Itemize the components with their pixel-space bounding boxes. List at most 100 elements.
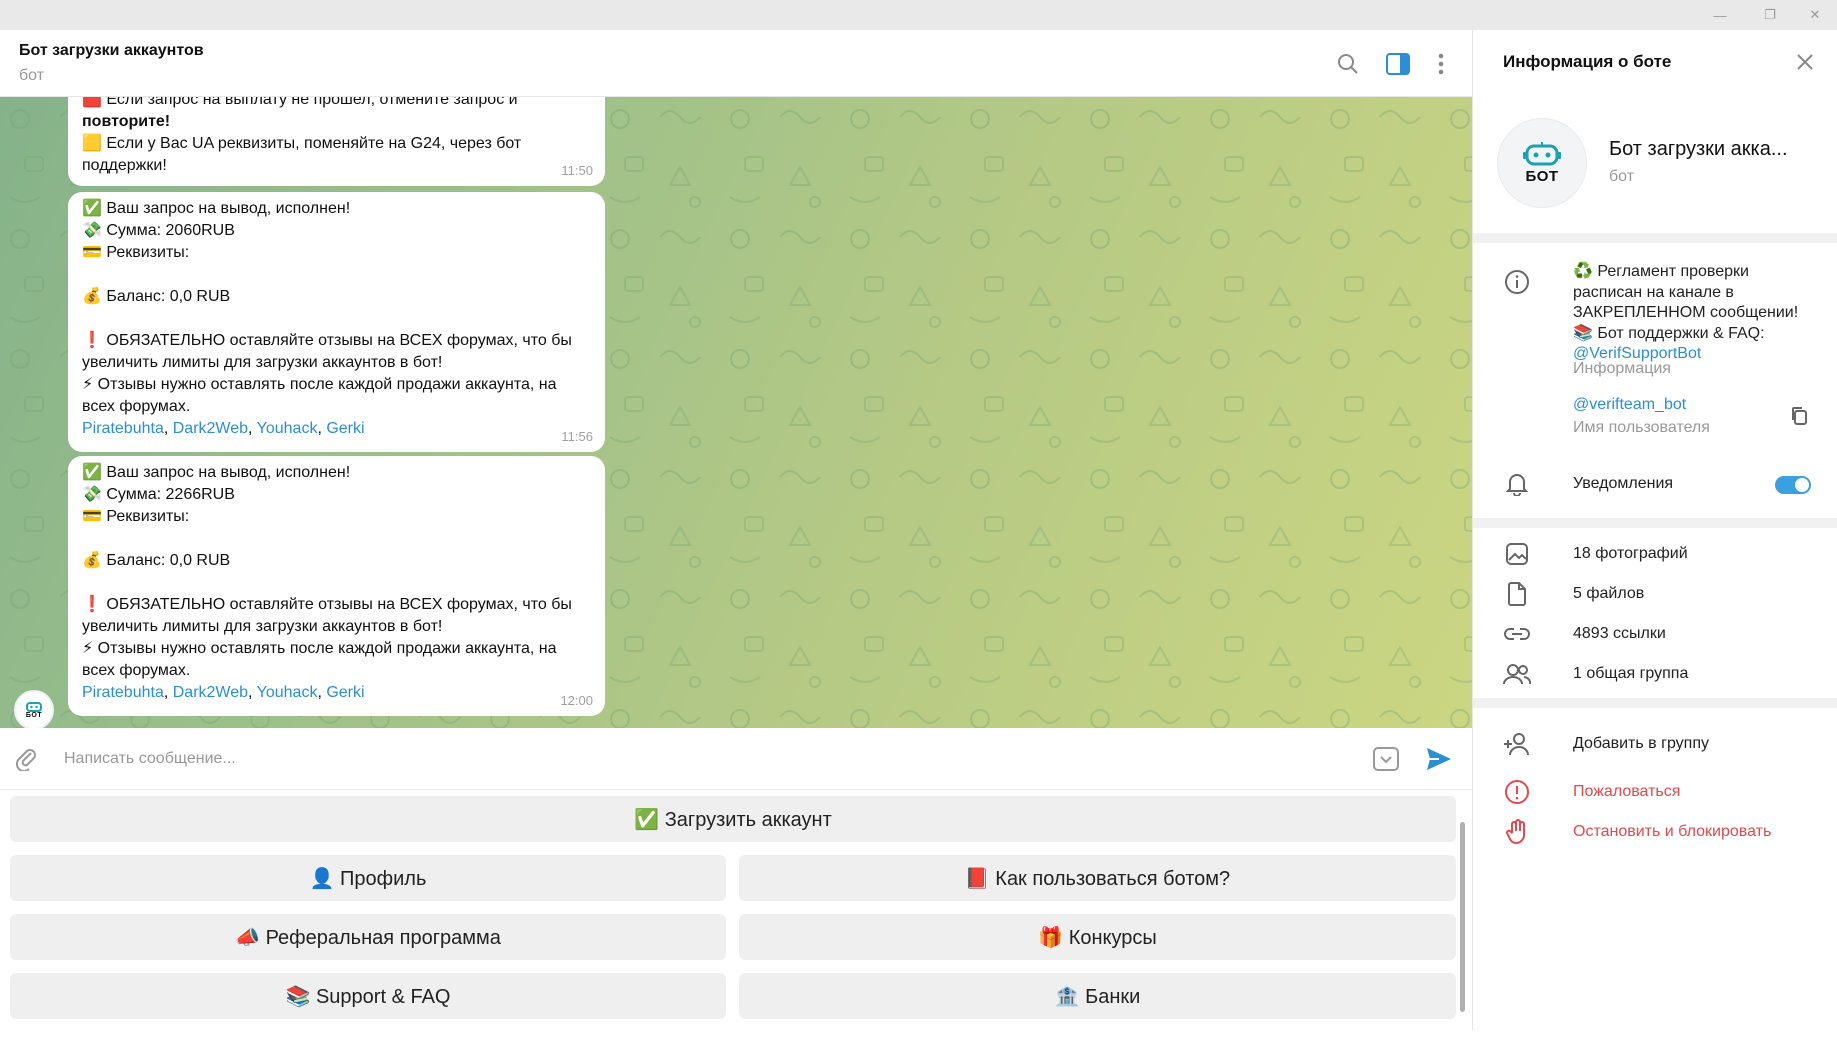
message-line (82, 264, 591, 286)
message-line (82, 572, 591, 594)
message-line: 💳 Реквизиты: (82, 508, 190, 525)
message-bubble[interactable]: ✅ Ваш запрос на вывод, исполнен! 💸 Сумма… (68, 456, 605, 716)
avatar-label: БОТ (1525, 167, 1559, 185)
banks-button[interactable]: 🏦 Банки (739, 973, 1456, 1019)
referral-program-button[interactable]: 📣 Реферальная программа (10, 914, 726, 960)
link-piratebuhta[interactable]: Piratebuhta (82, 420, 164, 437)
notifications-toggle[interactable] (1775, 476, 1811, 494)
message-bubble[interactable]: ✅ Ваш запрос на вывод, исполнен! 💸 Сумма… (68, 192, 605, 452)
restore-button[interactable]: ❐ (1748, 3, 1792, 27)
bot-keyboard: ✅ Загрузить аккаунт 👤 Профиль 📕 Как поль… (0, 790, 1472, 1060)
message-line (82, 308, 591, 330)
bot-type: бот (1609, 168, 1635, 185)
message-line: 🟨 Если у Вас UA реквизиты, поменяйте на … (82, 135, 522, 152)
copy-icon[interactable] (1785, 402, 1813, 430)
link-piratebuhta[interactable]: Piratebuhta (82, 684, 164, 701)
attach-icon[interactable] (12, 745, 40, 773)
report-button[interactable]: Пожаловаться (1573, 783, 1680, 801)
bell-icon (1503, 470, 1531, 498)
divider (1473, 698, 1837, 708)
description-line: 📚 Бот поддержки & FAQ: (1573, 324, 1765, 342)
close-icon[interactable] (1791, 48, 1819, 76)
more-icon[interactable] (1427, 50, 1455, 78)
close-window-button[interactable]: ✕ (1793, 3, 1837, 27)
photos-icon (1503, 540, 1531, 568)
minimize-button[interactable]: — (1698, 3, 1742, 27)
message-links: Piratebuhta, Dark2Web, Youhack, Gerki (82, 420, 365, 437)
message-line: ⚡ Отзывы нужно оставлять после каждой пр… (82, 376, 557, 393)
message-time: 11:50 (561, 163, 593, 178)
photos-count[interactable]: 18 фотографий (1573, 545, 1688, 563)
block-hand-icon (1503, 818, 1531, 846)
add-to-group-button[interactable]: Добавить в группу (1573, 735, 1709, 753)
message-input[interactable]: Написать сообщение... (64, 750, 236, 768)
bot-profile-avatar[interactable]: БОТ (1497, 118, 1587, 208)
avatar-label: БОТ (25, 711, 43, 719)
message-bubble[interactable]: 🟥 Если запрос на выплату не прошел, отме… (68, 97, 605, 186)
sidebar-toggle-icon[interactable] (1384, 50, 1412, 78)
message-line: всех форумах. (82, 398, 191, 415)
link-gerki[interactable]: Gerki (326, 420, 364, 437)
file-icon (1503, 580, 1531, 608)
send-icon[interactable] (1425, 745, 1453, 773)
support-faq-button[interactable]: 📚 Support & FAQ (10, 973, 726, 1019)
info-label: Информация (1573, 360, 1671, 377)
message-line: ✅ Ваш запрос на вывод, исполнен! (82, 200, 351, 217)
upload-account-button[interactable]: ✅ Загрузить аккаунт (10, 796, 1456, 842)
message-line: ⚡ Отзывы нужно оставлять после каждой пр… (82, 640, 557, 657)
link-gerki[interactable]: Gerki (326, 684, 364, 701)
username-label: Имя пользователя (1573, 419, 1710, 436)
message-line: поддержки! (82, 157, 167, 174)
message-line: 💸 Сумма: 2060RUB (82, 222, 235, 239)
chat-header: Бот загрузки аккаунтов бот (0, 30, 1472, 97)
bot-name: Бот загрузки акка... (1609, 138, 1788, 160)
files-count[interactable]: 5 файлов (1573, 585, 1644, 603)
add-user-icon (1503, 730, 1531, 758)
message-line: 💳 Реквизиты: (82, 244, 190, 261)
message-line: ✅ Ваш запрос на вывод, исполнен! (82, 464, 351, 481)
bot-avatar[interactable]: БОТ (14, 690, 54, 728)
link-dark2web[interactable]: Dark2Web (173, 420, 248, 437)
message-composer: Написать сообщение... (0, 728, 1472, 790)
message-links: Piratebuhta, Dark2Web, Youhack, Gerki (82, 684, 365, 701)
message-line: повторите! (82, 113, 171, 130)
stop-and-block-button[interactable]: Остановить и блокировать (1573, 823, 1771, 841)
description-line: ЗАКРЕПЛЕННОМ сообщении! (1573, 304, 1799, 321)
panel-title: Информация о боте (1503, 52, 1672, 71)
message-line: ❗ ОБЯЗАТЕЛЬНО оставляйте отзывы на ВСЕХ … (82, 596, 572, 613)
description-line: ♻️ Регламент проверки (1573, 263, 1749, 280)
search-icon[interactable] (1334, 50, 1362, 78)
message-line: увеличить лимиты для загрузки аккаунтов … (82, 618, 443, 635)
link-icon (1503, 620, 1531, 648)
keyboard-scrollbar[interactable] (1460, 822, 1465, 1012)
bot-info-panel: Информация о боте БОТ Бот загрузки акка.… (1472, 30, 1837, 1030)
link-dark2web[interactable]: Dark2Web (173, 684, 248, 701)
message-line: 🟥 Если запрос на выплату не прошел, отме… (82, 97, 518, 108)
chat-subtitle: бот (19, 67, 45, 84)
message-time: 11:56 (561, 429, 593, 444)
message-line: ❗ ОБЯЗАТЕЛЬНО оставляйте отзывы на ВСЕХ … (82, 332, 572, 349)
window-titlebar: — ❐ ✕ (0, 0, 1837, 30)
chat-title[interactable]: Бот загрузки аккаунтов (19, 42, 204, 60)
username-link[interactable]: @verifteam_bot (1573, 396, 1686, 414)
description-line: расписан на канале в (1573, 283, 1734, 301)
message-time: 12:00 (560, 693, 593, 708)
groups-count[interactable]: 1 общая группа (1573, 665, 1688, 683)
links-count[interactable]: 4893 ссылки (1573, 625, 1666, 643)
how-to-use-button[interactable]: 📕 Как пользоваться ботом? (739, 855, 1456, 901)
chat-pane: Бот загрузки аккаунтов бот 🟥 Если запрос… (0, 30, 1472, 1060)
message-line: всех форумах. (82, 662, 191, 679)
link-youhack[interactable]: Youhack (257, 684, 318, 701)
notifications-label: Уведомления (1573, 475, 1674, 492)
message-line: 💰 Баланс: 0,0 RUB (82, 288, 231, 305)
chat-wallpaper: 🟥 Если запрос на выплату не прошел, отме… (0, 97, 1472, 728)
contests-button[interactable]: 🎁 Конкурсы (739, 914, 1456, 960)
robot-icon (26, 701, 42, 712)
group-icon (1503, 660, 1531, 688)
bot-keyboard-icon[interactable] (1372, 745, 1400, 773)
report-icon (1503, 778, 1531, 806)
link-youhack[interactable]: Youhack (257, 420, 318, 437)
profile-button[interactable]: 👤 Профиль (10, 855, 726, 901)
info-icon (1503, 268, 1531, 296)
robot-icon (1523, 141, 1561, 165)
